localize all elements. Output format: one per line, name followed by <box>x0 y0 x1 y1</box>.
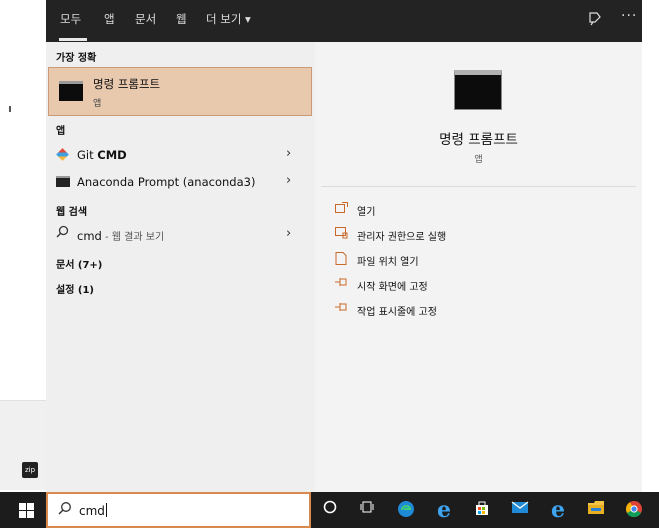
open-icon <box>335 202 348 216</box>
desktop-app-icon[interactable]: zip <box>22 462 38 478</box>
detail-divider <box>321 186 636 187</box>
best-match-subtitle: 앱 <box>93 99 102 109</box>
desktop-mark <box>9 106 11 112</box>
search-scope-bar: 모두 앱 문서 웹 더 보기 ▾ ··· <box>46 0 642 42</box>
file-location-icon <box>335 252 347 268</box>
text-caret <box>105 503 107 517</box>
taskbar: cmd e e <box>0 492 659 528</box>
cortana-icon[interactable] <box>320 500 340 520</box>
settings-header[interactable]: 설정 (1) <box>56 281 94 296</box>
web-search-header: 웹 검색 <box>56 207 88 218</box>
search-icon <box>56 225 69 238</box>
tab-all[interactable]: 모두 <box>60 11 81 27</box>
app-result-git-cmd[interactable]: Git CMD › <box>46 143 308 167</box>
web-hint: - 웹 결과 보기 <box>101 232 165 243</box>
store-icon[interactable] <box>472 500 492 520</box>
chevron-right-icon[interactable]: › <box>286 146 291 161</box>
best-match-header: 가장 정확 <box>56 53 97 64</box>
action-run-as-admin[interactable]: 관리자 권한으로 실행 <box>335 225 615 245</box>
tab-more[interactable]: 더 보기 ▾ <box>206 11 251 27</box>
task-view-icon[interactable] <box>357 500 377 520</box>
apps-header: 앱 <box>56 126 66 137</box>
pin-icon <box>335 302 349 315</box>
chevron-right-icon[interactable]: › <box>286 173 291 188</box>
documents-header[interactable]: 문서 (7+) <box>56 256 102 271</box>
ie-icon[interactable]: e <box>548 499 568 521</box>
best-match-title: 명령 프롬프트 <box>93 77 161 91</box>
git-icon <box>56 148 69 161</box>
detail-pane: 명령 프롬프트 앱 열기 관리자 권한으로 실행 파일 위치 열기 시작 화면에… <box>315 42 642 492</box>
file-explorer-icon[interactable] <box>586 500 606 520</box>
tab-apps[interactable]: 앱 <box>104 11 115 27</box>
results-pane: 가장 정확 명령 프롬프트 앱 앱 Git CMD › Anaconda Pro… <box>46 42 315 492</box>
command-prompt-icon <box>59 81 83 101</box>
app-name-match: CMD <box>97 148 127 162</box>
active-tab-indicator <box>59 38 87 41</box>
taskbar-search-box[interactable]: cmd <box>46 492 311 528</box>
app-name: Git <box>77 148 98 162</box>
pin-icon <box>335 277 349 290</box>
action-pin-to-taskbar[interactable]: 작업 표시줄에 고정 <box>335 300 615 320</box>
app-name: Anaconda Prompt (anaconda3) <box>77 175 256 189</box>
windows-start-icon[interactable] <box>19 503 34 518</box>
chrome-icon[interactable] <box>624 500 644 520</box>
more-options-icon[interactable]: ··· <box>621 8 637 24</box>
tab-web[interactable]: 웹 <box>176 11 187 27</box>
detail-title: 명령 프롬프트 <box>439 132 518 148</box>
detail-subtitle: 앱 <box>474 155 483 165</box>
edge-icon[interactable] <box>396 500 416 520</box>
action-open[interactable]: 열기 <box>335 200 615 220</box>
search-icon <box>58 501 72 519</box>
action-open-file-location[interactable]: 파일 위치 열기 <box>335 250 615 270</box>
start-search-menu: 모두 앱 문서 웹 더 보기 ▾ ··· 가장 정확 명령 프롬프트 앱 앱 G… <box>46 0 642 492</box>
mail-icon[interactable] <box>510 500 530 520</box>
tab-documents[interactable]: 문서 <box>135 11 156 27</box>
admin-shield-icon <box>335 227 348 242</box>
feedback-icon[interactable] <box>587 10 603 30</box>
web-search-result[interactable]: cmd - 웹 결과 보기 › <box>46 223 308 247</box>
search-input[interactable]: cmd <box>79 504 105 518</box>
terminal-icon <box>56 176 70 187</box>
web-query: cmd <box>77 229 102 243</box>
desktop-right <box>642 0 659 490</box>
app-result-anaconda[interactable]: Anaconda Prompt (anaconda3) › <box>46 170 308 194</box>
command-prompt-large-icon <box>454 70 502 110</box>
action-pin-to-start[interactable]: 시작 화면에 고정 <box>335 275 615 295</box>
chevron-right-icon[interactable]: › <box>286 226 291 241</box>
ie-icon[interactable]: e <box>434 499 454 521</box>
best-match-result[interactable]: 명령 프롬프트 앱 <box>48 67 312 116</box>
